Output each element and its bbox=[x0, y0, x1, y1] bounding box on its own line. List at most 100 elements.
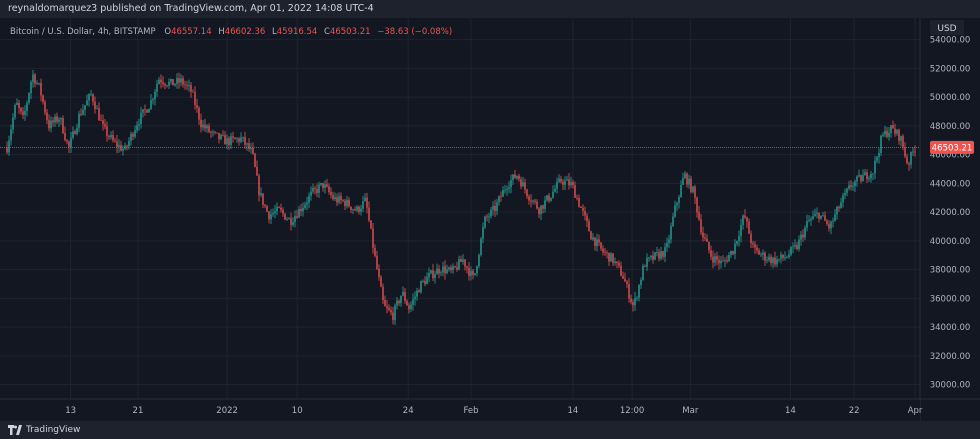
candle-body bbox=[292, 222, 294, 225]
candle-body bbox=[666, 243, 668, 248]
candle-body bbox=[152, 98, 154, 101]
candle-body bbox=[498, 196, 500, 203]
candle-body bbox=[26, 102, 28, 111]
candle-body bbox=[166, 85, 168, 87]
candle-body bbox=[238, 138, 240, 142]
candle-body bbox=[406, 301, 408, 306]
candle-body bbox=[100, 120, 102, 122]
candle-body bbox=[294, 216, 296, 223]
candle-body bbox=[146, 109, 148, 113]
candle-body bbox=[708, 241, 710, 251]
candle-body bbox=[228, 138, 230, 146]
candle-body bbox=[362, 200, 364, 209]
candle-body bbox=[890, 125, 892, 134]
candle-body bbox=[882, 134, 884, 136]
candle-body bbox=[408, 305, 410, 310]
candle-body bbox=[38, 82, 40, 84]
footer: TradingView bbox=[0, 421, 980, 439]
candle-body bbox=[692, 186, 694, 192]
candle-body bbox=[518, 175, 520, 180]
candle-body bbox=[512, 174, 514, 181]
candle-body bbox=[740, 224, 742, 237]
candle-body bbox=[74, 131, 76, 134]
candle-body bbox=[690, 178, 692, 192]
candle-body bbox=[446, 269, 448, 274]
candle-body bbox=[476, 266, 478, 274]
last-price-tag: 46503.21 bbox=[930, 140, 974, 154]
candle-body bbox=[164, 84, 166, 86]
candle-body bbox=[562, 181, 564, 185]
candle-body bbox=[640, 279, 642, 285]
candle-body bbox=[688, 178, 690, 185]
price-tick-label: 50000.00 bbox=[930, 93, 971, 103]
candle-body bbox=[300, 208, 302, 212]
candle-body bbox=[760, 254, 762, 256]
candle-body bbox=[590, 231, 592, 240]
currency-label: USD bbox=[937, 24, 956, 34]
candle-body bbox=[204, 124, 206, 129]
candle-body bbox=[850, 185, 852, 187]
candle-body bbox=[686, 173, 688, 185]
price-chart[interactable]: 30000.00 32000.00 34000.00 36000.00 38000.00… bbox=[0, 18, 980, 421]
candle-body bbox=[574, 185, 576, 198]
candle-body bbox=[338, 196, 340, 203]
candle-body bbox=[600, 242, 602, 249]
candle-body bbox=[630, 298, 632, 303]
candle-body bbox=[474, 273, 476, 275]
candle-body bbox=[186, 85, 188, 86]
candle-body bbox=[596, 239, 598, 247]
candle-body bbox=[216, 132, 218, 134]
candle-body bbox=[894, 128, 896, 134]
candle-body bbox=[470, 270, 472, 276]
candle-body bbox=[126, 145, 128, 147]
candle-body bbox=[334, 197, 336, 200]
candle-body bbox=[20, 107, 22, 112]
candle-body bbox=[330, 192, 332, 195]
candle-body bbox=[696, 197, 698, 213]
candle-body bbox=[376, 255, 378, 269]
candle-body bbox=[366, 197, 368, 208]
candle-body bbox=[544, 200, 546, 209]
candle-body bbox=[12, 117, 14, 130]
candle-body bbox=[566, 179, 568, 181]
candle-body bbox=[554, 188, 556, 192]
candle-body bbox=[356, 206, 358, 211]
candle-body bbox=[510, 180, 512, 188]
candle-body bbox=[82, 109, 84, 115]
candle-body bbox=[606, 252, 608, 254]
candle-body bbox=[328, 186, 330, 193]
candle-body bbox=[808, 220, 810, 222]
candle-body bbox=[754, 244, 756, 248]
time-tick-label: 22 bbox=[849, 406, 860, 416]
candle-body bbox=[598, 239, 600, 243]
candle-body bbox=[802, 234, 804, 238]
candle-body bbox=[608, 252, 610, 262]
footer-brand[interactable]: TradingView bbox=[26, 421, 80, 439]
candle-body bbox=[700, 219, 702, 233]
candle-body bbox=[420, 281, 422, 293]
time-tick-label: Mar bbox=[682, 406, 699, 416]
time-tick-label: 24 bbox=[403, 406, 414, 416]
candle-body bbox=[424, 280, 426, 285]
candle-body bbox=[806, 220, 808, 228]
candle-body bbox=[506, 188, 508, 190]
candle-body bbox=[494, 205, 496, 212]
candle-body bbox=[280, 207, 282, 210]
chart-area[interactable]: 30000.00 32000.00 34000.00 36000.00 38000.00… bbox=[0, 18, 980, 421]
candle-body bbox=[572, 182, 574, 186]
candle-body bbox=[176, 78, 178, 84]
tradingview-logo-icon[interactable] bbox=[8, 425, 22, 435]
candle-body bbox=[682, 177, 684, 185]
candle-body bbox=[266, 206, 268, 212]
candle-body bbox=[324, 184, 326, 188]
candle-body bbox=[342, 200, 344, 201]
candle-body bbox=[358, 206, 360, 212]
candle-body bbox=[114, 140, 116, 142]
candle-body bbox=[898, 129, 900, 141]
candle-body bbox=[352, 209, 354, 211]
candle-body bbox=[150, 100, 152, 109]
candle-body bbox=[18, 102, 20, 108]
legend-high: 46602.36 bbox=[225, 27, 266, 37]
candle-body bbox=[414, 296, 416, 300]
candle-body bbox=[734, 243, 736, 255]
